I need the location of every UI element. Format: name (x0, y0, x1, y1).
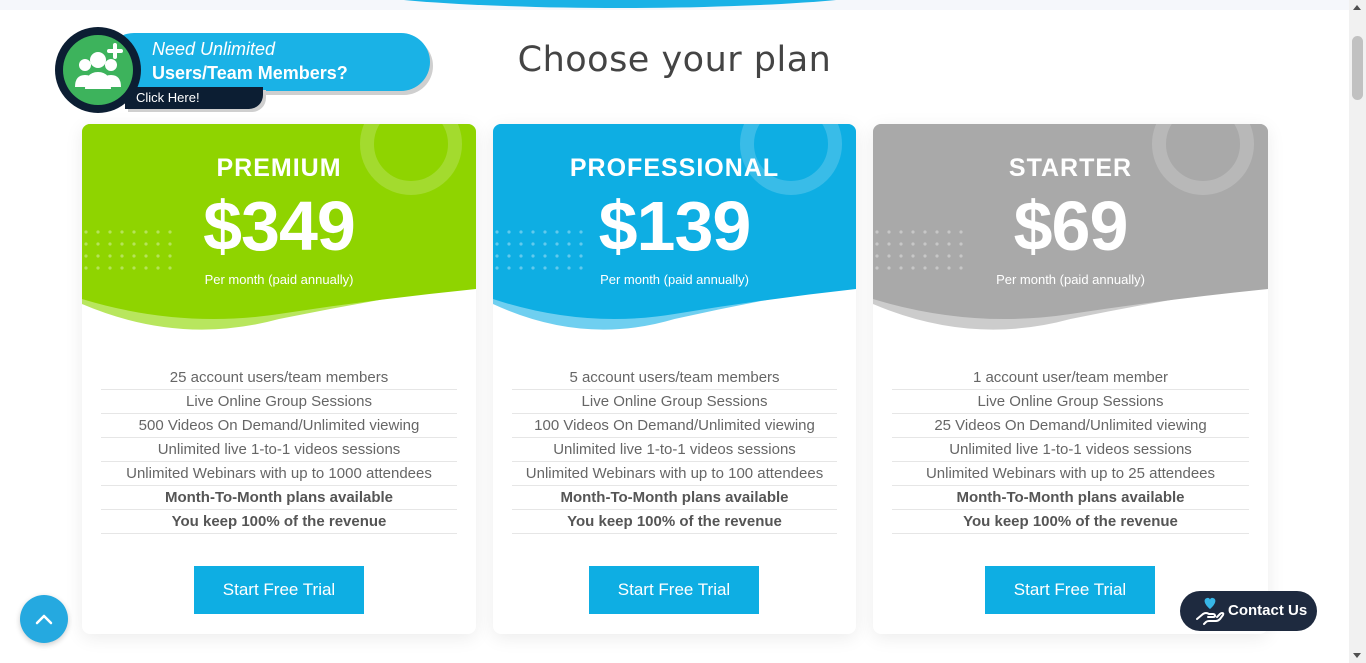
plan-price: $349 (203, 187, 356, 265)
feature-item: Unlimited live 1-to-1 videos sessions (892, 438, 1249, 462)
scroll-up-arrow[interactable] (1353, 5, 1361, 10)
feature-list: 25 account users/team members Live Onlin… (101, 366, 457, 534)
start-free-trial-button[interactable]: Start Free Trial (589, 566, 759, 614)
start-free-trial-button[interactable]: Start Free Trial (194, 566, 364, 614)
feature-item: Month-To-Month plans available (512, 486, 837, 510)
feature-item: Month-To-Month plans available (101, 486, 457, 510)
feature-item: Month-To-Month plans available (892, 486, 1249, 510)
feature-item: Unlimited live 1-to-1 videos sessions (101, 438, 457, 462)
unlimited-users-promo[interactable]: Need Unlimited Users/Team Members? Click… (55, 27, 430, 117)
feature-item: Live Online Group Sessions (512, 390, 837, 414)
start-free-trial-button[interactable]: Start Free Trial (985, 566, 1155, 614)
feature-item: 500 Videos On Demand/Unlimited viewing (101, 414, 457, 438)
promo-line-2: Users/Team Members? (152, 63, 348, 83)
feature-item: Unlimited live 1-to-1 videos sessions (512, 438, 837, 462)
feature-item: You keep 100% of the revenue (512, 510, 837, 534)
feature-item: 25 account users/team members (101, 366, 457, 390)
plan-card-professional: PROFESSIONAL $139 Per month (paid annual… (493, 124, 856, 634)
chevron-up-icon (35, 614, 53, 625)
plan-card-premium: PREMIUM $349 Per month (paid annually) 2… (82, 124, 476, 634)
plan-period: Per month (paid annually) (204, 272, 354, 287)
feature-item: 1 account user/team member (892, 366, 1249, 390)
promo-line-1: Need Unlimited (152, 39, 276, 59)
feature-item: Live Online Group Sessions (892, 390, 1249, 414)
plan-tier: PREMIUM (216, 154, 342, 182)
feature-item: 5 account users/team members (512, 366, 837, 390)
scrollbar-thumb[interactable] (1352, 36, 1363, 100)
feature-list: 5 account users/team members Live Online… (512, 366, 837, 534)
plan-price: $69 (1013, 187, 1129, 265)
heart-hand-icon (1196, 597, 1225, 625)
feature-item: Live Online Group Sessions (101, 390, 457, 414)
feature-item: You keep 100% of the revenue (101, 510, 457, 534)
feature-item: Unlimited Webinars with up to 25 attende… (892, 462, 1249, 486)
promo-click-ribbon[interactable]: Click Here! (125, 87, 263, 109)
contact-us-button[interactable]: Contact Us (1180, 591, 1317, 631)
scroll-down-arrow[interactable] (1353, 653, 1361, 658)
promo-click-label: Click Here! (136, 90, 200, 105)
promo-icon-circle (55, 27, 141, 113)
feature-list: 1 account user/team member Live Online G… (892, 366, 1249, 534)
feature-item: 100 Videos On Demand/Unlimited viewing (512, 414, 837, 438)
plan-period: Per month (paid annually) (996, 272, 1145, 287)
plan-tier: STARTER (1008, 154, 1133, 182)
top-banner-edge (0, 0, 1349, 10)
feature-item: Unlimited Webinars with up to 100 attend… (512, 462, 837, 486)
feature-item: You keep 100% of the revenue (892, 510, 1249, 534)
contact-us-label: Contact Us (1228, 602, 1308, 619)
plan-period: Per month (paid annually) (600, 272, 749, 287)
back-to-top-button[interactable] (20, 595, 68, 643)
add-users-icon (75, 43, 123, 89)
page-scrollbar[interactable] (1349, 0, 1366, 663)
feature-item: 25 Videos On Demand/Unlimited viewing (892, 414, 1249, 438)
plan-price: $139 (598, 187, 752, 265)
plan-card-starter: STARTER $69 Per month (paid annually) 1 … (873, 124, 1268, 634)
feature-item: Unlimited Webinars with up to 1000 atten… (101, 462, 457, 486)
plan-tier: PROFESSIONAL (569, 154, 780, 182)
